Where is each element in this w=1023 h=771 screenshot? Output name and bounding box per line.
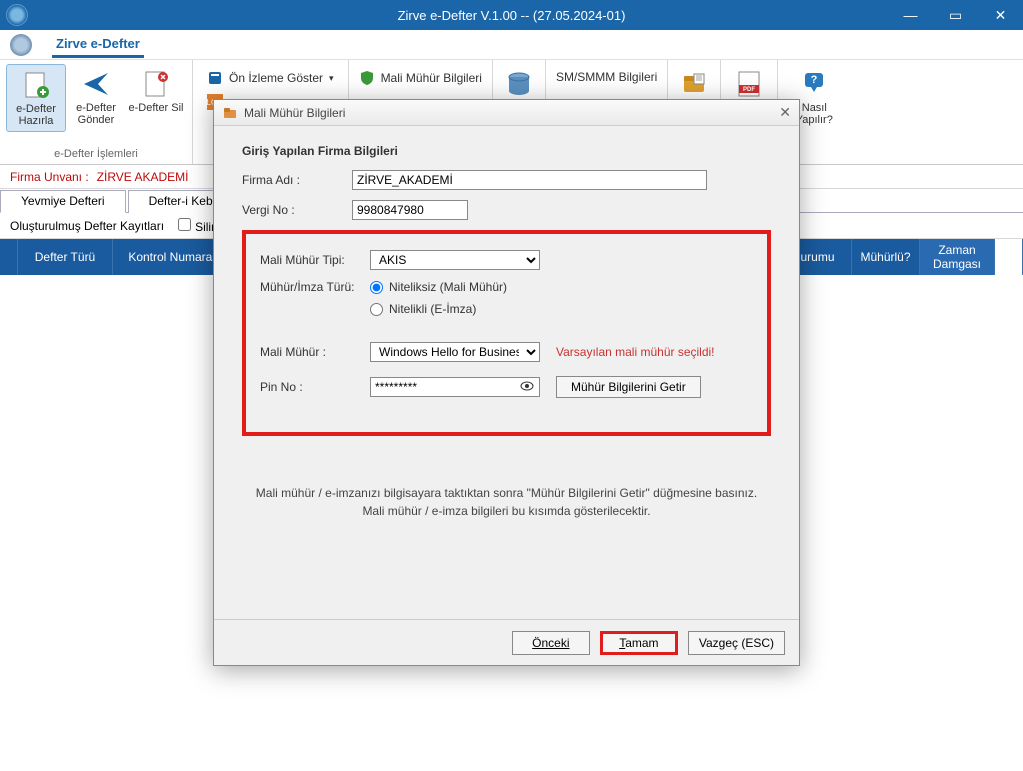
window-title: Zirve e-Defter V.1.00 -- (27.05.2024-01)	[398, 8, 626, 23]
dialog-footer: Önceki Tamam Vazgeç (ESC)	[214, 619, 799, 665]
svg-text:PDF: PDF	[743, 87, 755, 93]
col-zaman-damgasi[interactable]: Zaman Damgası	[920, 239, 995, 275]
muhur-tipi-select[interactable]: AKIS	[370, 250, 540, 270]
radio-nitelikli-wrap[interactable]: Nitelikli (E-İmza)	[370, 302, 507, 316]
svg-text:?: ?	[811, 74, 818, 86]
tab-yevmiye-defteri[interactable]: Yevmiye Defteri	[0, 190, 126, 213]
app-icon	[6, 4, 28, 26]
onceki-button[interactable]: Önceki	[512, 631, 590, 655]
shield-icon	[359, 70, 375, 86]
help-icon: ?	[798, 68, 830, 100]
col-defter-turu[interactable]: Defter Türü	[18, 239, 113, 275]
dialog-titlebar: Mali Mühür Bilgileri ✕	[214, 100, 799, 126]
radio-niteliksiz-wrap[interactable]: Niteliksiz (Mali Mühür)	[370, 280, 507, 294]
minimize-button[interactable]: —	[888, 0, 933, 30]
radio-niteliksiz-label: Niteliksiz (Mali Mühür)	[389, 280, 507, 294]
silinen-checkbox[interactable]	[178, 218, 191, 231]
button-label: SM/SMMM Bilgileri	[556, 70, 657, 84]
tamam-button[interactable]: Tamam	[600, 631, 678, 655]
ribbon-tab-row: Zirve e-Defter	[0, 30, 1023, 60]
chevron-down-icon: ▾	[329, 73, 334, 84]
database-icon	[503, 68, 535, 100]
app-logo-icon	[10, 34, 32, 56]
mali-muhur-dialog: Mali Mühür Bilgileri ✕ Giriş Yapılan Fir…	[213, 99, 800, 666]
silinen-checkbox-wrap[interactable]: Silin	[178, 218, 218, 234]
button-label: Ön İzleme Göster	[229, 71, 323, 85]
firma-adi-input[interactable]	[352, 170, 707, 190]
pin-no-label: Pin No :	[260, 380, 370, 394]
ribbon-group-islemleri: e-Defter Hazırla e-Defter Gönder e-Defte…	[0, 60, 193, 164]
vazgec-button[interactable]: Vazgeç (ESC)	[688, 631, 785, 655]
button-label: Mali Mühür Bilgileri	[381, 71, 482, 85]
document-delete-icon	[140, 68, 172, 100]
button-label: e-Defter Hazırla	[9, 103, 63, 127]
muhur-bilgilerini-getir-button[interactable]: Mühür Bilgilerini Getir	[556, 376, 701, 398]
onizleme-goster-button[interactable]: Ön İzleme Göster ▾	[203, 68, 338, 88]
col-muhurlu[interactable]: Mühürlü?	[852, 239, 920, 275]
window-controls: — ▭ ✕	[888, 0, 1023, 30]
window-titlebar: Zirve e-Defter V.1.00 -- (27.05.2024-01)…	[0, 0, 1023, 30]
highlighted-section: Mali Mühür Tipi: AKIS Mühür/İmza Türü: N…	[242, 230, 771, 436]
mali-muhur-select[interactable]: Windows Hello for Business 1	[370, 342, 540, 362]
varsayilan-hint: Varsayılan mali mühür seçildi!	[556, 345, 715, 359]
edefter-gonder-button[interactable]: e-Defter Gönder	[66, 64, 126, 132]
preview-icon	[207, 70, 223, 86]
close-button[interactable]: ✕	[978, 0, 1023, 30]
edefter-sil-button[interactable]: e-Defter Sil	[126, 64, 186, 132]
muhur-tipi-label: Mali Mühür Tipi:	[260, 253, 370, 267]
section-firma-bilgileri: Giriş Yapılan Firma Bilgileri	[242, 144, 771, 158]
edefter-hazirla-button[interactable]: e-Defter Hazırla	[6, 64, 66, 132]
smmm-bilgileri-button[interactable]: SM/SMMM Bilgileri	[552, 64, 661, 86]
radio-niteliksiz[interactable]	[370, 281, 383, 294]
send-icon	[80, 68, 112, 100]
pdf-icon: PDF	[733, 68, 765, 100]
button-label: e-Defter Gönder	[68, 102, 124, 126]
document-plus-icon	[20, 69, 52, 101]
dialog-close-button[interactable]: ✕	[779, 104, 791, 121]
mali-muhur-bilgileri-button[interactable]: Mali Mühür Bilgileri	[355, 64, 486, 88]
firma-unvani-value: ZİRVE AKADEMİ	[97, 170, 189, 184]
dialog-info-text: Mali mühür / e-imzanızı bilgisayara takt…	[242, 484, 771, 520]
table-corner	[0, 239, 18, 275]
firma-unvani-label: Firma Unvanı :	[10, 170, 89, 184]
radio-nitelikli[interactable]	[370, 303, 383, 316]
button-label: e-Defter Sil	[128, 102, 183, 114]
radio-nitelikli-label: Nitelikli (E-İmza)	[389, 302, 476, 316]
dialog-icon	[222, 105, 238, 121]
table-header-end	[995, 239, 1023, 275]
ribbon-tab[interactable]: Zirve e-Defter	[52, 32, 144, 58]
vergi-no-label: Vergi No :	[242, 203, 352, 217]
mali-muhur-label: Mali Mühür :	[260, 345, 370, 359]
dialog-body: Giriş Yapılan Firma Bilgileri Firma Adı …	[214, 126, 799, 619]
pin-no-input[interactable]	[370, 377, 540, 397]
dialog-title: Mali Mühür Bilgileri	[244, 106, 345, 120]
firma-adi-label: Firma Adı :	[242, 173, 352, 187]
eye-icon[interactable]	[520, 379, 534, 396]
ribbon-group-label: e-Defter İşlemleri	[54, 146, 138, 162]
folder-icon	[678, 68, 710, 100]
maximize-button[interactable]: ▭	[933, 0, 978, 30]
imza-turu-label: Mühür/İmza Türü:	[260, 280, 370, 294]
vergi-no-input[interactable]	[352, 200, 468, 220]
filter-label: Oluşturulmuş Defter Kayıtları	[10, 219, 164, 233]
